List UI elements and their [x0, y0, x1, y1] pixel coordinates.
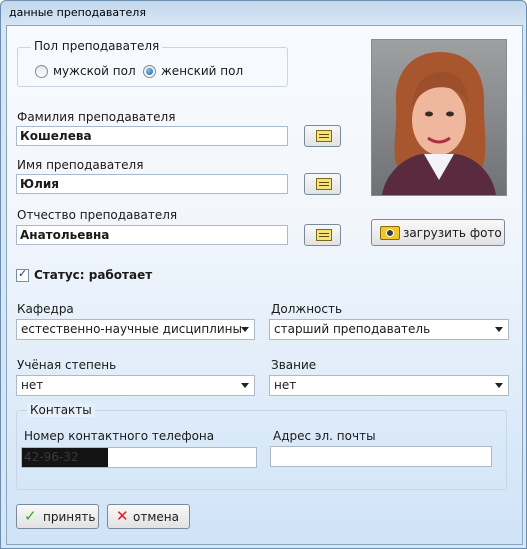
first-name-field[interactable]: Юлия: [16, 174, 288, 194]
teacher-photo: [371, 39, 507, 196]
first-name-label: Имя преподавателя: [17, 158, 144, 172]
email-label: Адрес эл. почты: [273, 429, 376, 443]
chevron-down-icon: [495, 383, 503, 388]
portrait-image: [372, 40, 506, 195]
phone-field[interactable]: 42-96-32: [21, 447, 257, 468]
phone-label: Номер контактного телефона: [24, 429, 215, 443]
male-radio-label[interactable]: мужской пол: [53, 64, 136, 78]
female-radio[interactable]: [143, 65, 156, 78]
surname-field[interactable]: Кошелева: [16, 126, 288, 146]
chevron-down-icon: [495, 327, 503, 332]
phone-value: 42-96-32: [22, 448, 108, 467]
rank-value: нет: [274, 378, 297, 392]
male-radio[interactable]: [35, 65, 48, 78]
accept-label: принять: [43, 510, 96, 524]
surname-browse-button[interactable]: [304, 125, 341, 147]
patronymic-label: Отчество преподавателя: [17, 208, 178, 222]
dialog-body: Пол преподавателя мужской пол женский по…: [6, 25, 523, 545]
position-select[interactable]: старший преподаватель: [269, 319, 509, 340]
accept-button[interactable]: ✓ принять: [16, 504, 99, 529]
contacts-group: Контакты Номер контактного телефона 42-9…: [16, 403, 507, 490]
window-title: данные преподавателя: [9, 6, 146, 19]
folder-icon: [316, 130, 332, 142]
chevron-down-icon: [241, 327, 249, 332]
gender-group: Пол преподавателя мужской пол женский по…: [17, 39, 288, 87]
email-field[interactable]: [270, 446, 492, 467]
folder-icon: [316, 178, 332, 190]
degree-select[interactable]: нет: [16, 375, 255, 396]
upload-photo-button[interactable]: загрузить фото: [371, 219, 505, 246]
status-checkbox[interactable]: [16, 267, 29, 282]
surname-label: Фамилия преподавателя: [17, 110, 176, 124]
position-value: старший преподаватель: [274, 322, 431, 336]
cancel-label: отмена: [133, 510, 179, 524]
close-icon: ✕: [116, 507, 129, 525]
department-select[interactable]: естественно-научные дисциплины: [16, 319, 255, 340]
position-label: Должность: [271, 302, 343, 316]
camera-icon: [380, 226, 400, 240]
cancel-button[interactable]: ✕ отмена: [107, 504, 190, 529]
rank-label: Звание: [271, 358, 317, 372]
degree-label: Учёная степень: [17, 358, 117, 372]
degree-value: нет: [21, 378, 44, 392]
patronymic-browse-button[interactable]: [304, 224, 341, 246]
female-radio-label[interactable]: женский пол: [161, 64, 243, 78]
first-name-browse-button[interactable]: [304, 173, 341, 195]
title-bar: данные преподавателя: [1, 1, 526, 25]
status-label[interactable]: Статус: работает: [34, 268, 152, 282]
checkmark-icon: ✓: [24, 507, 37, 525]
rank-select[interactable]: нет: [269, 375, 509, 396]
teacher-data-window: данные преподавателя Пол преподавателя м…: [0, 0, 527, 549]
gender-group-title: Пол преподавателя: [31, 39, 163, 53]
patronymic-field[interactable]: Анатольевна: [16, 225, 288, 245]
folder-icon: [316, 229, 332, 241]
upload-photo-label: загрузить фото: [403, 226, 502, 240]
chevron-down-icon: [241, 383, 249, 388]
department-value: естественно-научные дисциплины: [21, 322, 242, 336]
contacts-group-title: Контакты: [27, 403, 95, 417]
department-label: Кафедра: [17, 302, 74, 316]
